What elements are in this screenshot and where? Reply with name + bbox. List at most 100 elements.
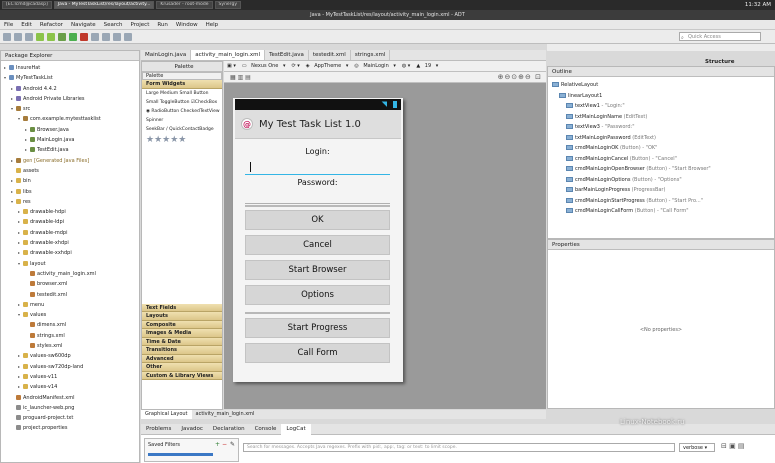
save-icon[interactable]: [14, 32, 22, 41]
options-button[interactable]: Options: [245, 285, 390, 305]
taskbar-window-3[interactable]: Synergy: [214, 1, 241, 9]
cancel-button[interactable]: Cancel: [245, 235, 390, 255]
palette-section-other[interactable]: Other: [142, 363, 222, 372]
menu-search[interactable]: Search: [100, 22, 127, 28]
tab-logcat[interactable]: LogCat: [281, 423, 311, 435]
package-tree-item[interactable]: browser.xml: [1, 279, 139, 289]
tab-declaration[interactable]: Declaration: [208, 426, 250, 432]
palette-widget-row[interactable]: Spinner: [142, 116, 222, 125]
package-tree-item[interactable]: styles.xml: [1, 341, 139, 351]
back-icon[interactable]: [113, 32, 121, 41]
palette-section-images-media[interactable]: Images & Media: [142, 329, 222, 338]
package-tree-item[interactable]: ▾ res: [1, 197, 139, 207]
outline-item[interactable]: cmdMainLoginOpenBrowser (Button) - "Star…: [548, 164, 774, 175]
remove-filter-icon[interactable]: −: [222, 441, 227, 448]
tab-graphical-layout[interactable]: Graphical Layout: [141, 410, 192, 419]
password-input[interactable]: [245, 192, 390, 204]
debug-icon[interactable]: [58, 32, 66, 41]
layout-actions[interactable]: ▦ ▥ ▤: [230, 74, 251, 81]
package-tree-item[interactable]: ▸ drawable-hdpi: [1, 207, 139, 217]
package-tree-item[interactable]: ▾ MyTestTaskList: [1, 73, 139, 83]
api-selector[interactable]: ▲ 19 ▾: [413, 63, 441, 69]
palette-section-custom-library[interactable]: Custom & Library Views: [142, 371, 222, 380]
run-icon[interactable]: [69, 32, 77, 41]
call-form-button[interactable]: Call Form: [245, 343, 390, 363]
package-tree-item[interactable]: ▸ values-sw600dp: [1, 351, 139, 361]
log-level-select[interactable]: verbose ▾: [679, 443, 715, 452]
palette-section-transitions[interactable]: Transitions: [142, 346, 222, 355]
menu-window[interactable]: Window: [172, 22, 202, 28]
outline-item[interactable]: cmdMainLoginOK (Button) - "OK": [548, 143, 774, 154]
outline-item[interactable]: linearLayout1: [548, 91, 774, 102]
locale-icon[interactable]: ◍ ▾: [399, 63, 413, 69]
tab-problems[interactable]: Problems: [141, 426, 176, 432]
package-tree-item[interactable]: ▾ values: [1, 310, 139, 320]
theme-selector[interactable]: ◈ AppTheme ▾: [303, 63, 352, 69]
print-icon[interactable]: [25, 32, 33, 41]
android-sdk-icon[interactable]: [36, 32, 44, 41]
package-tree-item[interactable]: ▸ Browser.java: [1, 125, 139, 135]
outline-item[interactable]: txtMainLoginPassword (EditText): [548, 133, 774, 144]
package-tree-item[interactable]: ▸ values-sw720dp-land: [1, 362, 139, 372]
start-browser-button[interactable]: Start Browser: [245, 260, 390, 280]
outline-item[interactable]: textView1 - "Login:": [548, 101, 774, 112]
logcat-actions[interactable]: ⊟ ▣ ▤: [721, 442, 745, 450]
login-input[interactable]: [245, 161, 390, 175]
menu-file[interactable]: File: [0, 22, 17, 28]
palette-section-advanced[interactable]: Advanced: [142, 354, 222, 363]
outline-item[interactable]: textView3 - "Password:": [548, 122, 774, 133]
palette-widget-row[interactable]: Small ToggleButton ☑CheckBox: [142, 98, 222, 107]
package-tree-item[interactable]: ▸ gen [Generated Java Files]: [1, 156, 139, 166]
config-icon[interactable]: ▣ ▾: [224, 63, 239, 69]
quick-access-input[interactable]: ⌕ Quick Access: [679, 32, 761, 41]
package-tree-item[interactable]: ▸ MainLogin.java: [1, 135, 139, 145]
new-class-icon[interactable]: [91, 32, 99, 41]
palette-section-composite[interactable]: Composite: [142, 320, 222, 329]
package-tree-item[interactable]: ▸ drawable-xxhdpi: [1, 248, 139, 258]
package-tree-item[interactable]: ▾ layout: [1, 259, 139, 269]
package-tree-item[interactable]: assets: [1, 166, 139, 176]
menu-edit[interactable]: Edit: [17, 22, 36, 28]
package-tree-item[interactable]: proguard-project.txt: [1, 413, 139, 423]
palette-dropdown[interactable]: Palette: [142, 72, 222, 80]
palette-section-time-date[interactable]: Time & Date: [142, 337, 222, 346]
logcat-search-input[interactable]: Search for messages. Accepts Java regexe…: [243, 443, 675, 452]
package-tree-item[interactable]: dimens.xml: [1, 320, 139, 330]
tab-javadoc[interactable]: Javadoc: [176, 426, 208, 432]
tab-xml-source[interactable]: activity_main_login.xml: [192, 410, 259, 419]
rating-bar-widget[interactable]: ★★★★★: [142, 134, 222, 146]
outline-item[interactable]: cmdMainLoginCallForm (Button) - "Call Fo…: [548, 206, 774, 217]
package-tree-item[interactable]: ▸ drawable-xhdpi: [1, 238, 139, 248]
tab-testedit-java[interactable]: TestEdit.java: [265, 50, 309, 60]
edit-filter-icon[interactable]: ✎: [230, 441, 235, 448]
zoom-controls[interactable]: ⊕⊖⊙⊕⊖ ⊡: [498, 73, 542, 81]
package-tree-item[interactable]: ▸ menu: [1, 300, 139, 310]
package-tree-item[interactable]: ic_launcher-web.png: [1, 403, 139, 413]
outline-item[interactable]: barMainLoginProgress (ProgressBar): [548, 185, 774, 196]
external-tools-icon[interactable]: [80, 32, 88, 41]
outline-item[interactable]: cmdMainLoginStartProgress (Button) - "St…: [548, 196, 774, 207]
package-tree-item[interactable]: ▸ Android 4.4.2: [1, 84, 139, 94]
menu-refactor[interactable]: Refactor: [36, 22, 67, 28]
package-tree-item[interactable]: ▾ com.example.mytesttasklist: [1, 114, 139, 124]
tab-console[interactable]: Console: [250, 426, 282, 432]
outline-item[interactable]: txtMainLoginName (EditText): [548, 112, 774, 123]
package-tree-item[interactable]: ▸ InsureHat: [1, 63, 139, 73]
start-progress-button[interactable]: Start Progress: [245, 318, 390, 338]
package-tree-item[interactable]: activity_main_login.xml: [1, 269, 139, 279]
menu-navigate[interactable]: Navigate: [67, 22, 100, 28]
package-tree-item[interactable]: ▸ drawable-ldpi: [1, 217, 139, 227]
package-tree-item[interactable]: ▸ values-v11: [1, 372, 139, 382]
taskbar-window-2[interactable]: Krusader - root-mode: [156, 1, 213, 9]
new-icon[interactable]: [3, 32, 11, 41]
tab-mainlogin-java[interactable]: MainLogin.java: [141, 50, 192, 60]
search-toolbar-icon[interactable]: [102, 32, 110, 41]
orientation-icon[interactable]: ⟳ ▾: [289, 63, 303, 69]
tab-testedit-xml[interactable]: testedit.xml: [309, 50, 351, 60]
palette-widget-row[interactable]: Large Medium Small Button: [142, 89, 222, 98]
menu-run[interactable]: Run: [153, 22, 172, 28]
menu-project[interactable]: Project: [127, 22, 154, 28]
device-selector[interactable]: ▭ Nexus One ▾: [239, 63, 289, 69]
menu-help[interactable]: Help: [202, 22, 223, 28]
add-filter-icon[interactable]: +: [215, 441, 220, 448]
